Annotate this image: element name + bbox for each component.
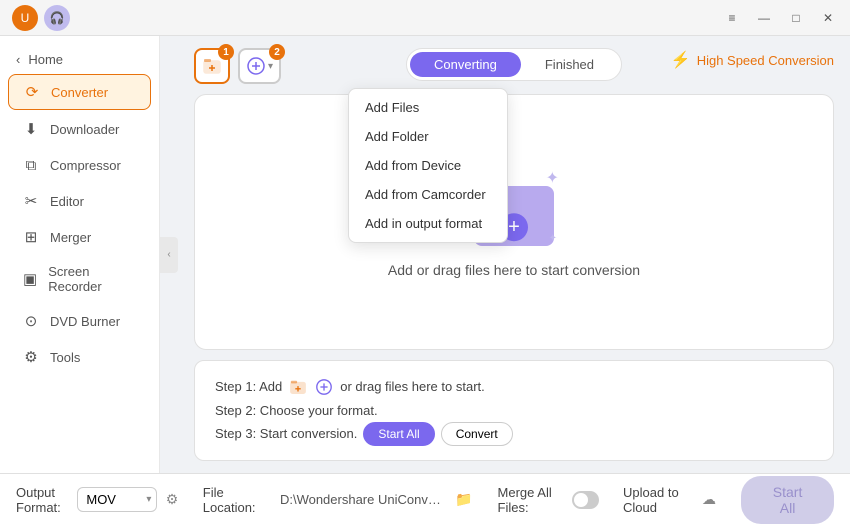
sidebar-item-tools[interactable]: ⚙ Tools [8,340,151,374]
bolt-icon: ⚡ [671,50,691,70]
sidebar-item-merger[interactable]: ⊞ Merger [8,220,151,254]
step2-text: Step 2: Choose your format. [215,399,378,422]
output-format-select[interactable]: MOV MP4 AVI [77,487,157,512]
sidebar-label-compressor: Compressor [50,158,121,173]
merge-all-toggle[interactable] [572,491,599,509]
file-location-value: D:\Wondershare UniConverter 1 [280,492,446,507]
dropdown-add-camcorder[interactable]: Add from Camcorder [349,180,507,209]
add-files-badge: 1 [218,44,234,60]
sidebar-item-downloader[interactable]: ⬇ Downloader [8,112,151,146]
step-3-row: Step 3: Start conversion. Start All Conv… [215,422,813,446]
dropdown-chevron-icon: ▾ [268,61,273,72]
output-format-settings-icon[interactable]: ⚙ [165,489,178,511]
main-content: 1 ▾ 2 Converting Finished ⚡ High Speed C… [178,36,850,473]
dvd-burner-icon: ⊙ [22,312,40,330]
home-label: Home [28,52,63,67]
step-1-row: Step 1: Add or drag f [215,375,813,398]
maximize-button[interactable]: □ [782,4,810,32]
start-all-button[interactable]: Start All [741,476,834,524]
editor-icon: ✂ [22,192,40,210]
drop-zone-text: Add or drag files here to start conversi… [388,262,640,278]
app-body: ‹ Home ⟳ Converter ⬇ Downloader ⧉ Compre… [0,36,850,473]
sidebar-label-dvd-burner: DVD Burner [50,314,120,329]
add-files-button[interactable]: 1 [194,48,230,84]
file-location-folder-icon[interactable]: 📁 [454,489,474,511]
menu-button[interactable]: ≡ [718,4,746,32]
close-button[interactable]: ✕ [814,4,842,32]
sidebar-item-compressor[interactable]: ⧉ Compressor [8,148,151,182]
sidebar-item-converter[interactable]: ⟳ Converter [8,74,151,110]
step3-convert-button[interactable]: Convert [441,422,513,446]
step-2-row: Step 2: Choose your format. [215,399,813,422]
upload-cloud-icon[interactable]: ☁ [701,489,717,511]
step3-start-all-button[interactable]: Start All [363,422,434,446]
sidebar-item-editor[interactable]: ✂ Editor [8,184,151,218]
title-bar-icons: U 🎧 [8,5,70,31]
output-format-field: Output Format: MOV MP4 AVI ▾ ⚙ [16,485,179,515]
sidebar-item-dvd-burner[interactable]: ⊙ DVD Burner [8,304,151,338]
file-location-label: File Location: [203,485,272,515]
sidebar-label-tools: Tools [50,350,80,365]
tab-bar: Converting Finished [406,48,622,81]
sidebar-label-converter: Converter [51,85,108,100]
output-format-label: Output Format: [16,485,69,515]
sidebar: ‹ Home ⟳ Converter ⬇ Downloader ⧉ Compre… [0,36,160,473]
upload-cloud-field: Upload to Cloud ☁ [623,485,717,515]
merge-all-field: Merge All Files: [498,485,599,515]
step1-add-files-icon [288,377,308,397]
tab-finished[interactable]: Finished [521,52,618,77]
add-dropdown-button[interactable]: ▾ 2 [238,48,281,84]
dropdown-add-output-format[interactable]: Add in output format [349,209,507,238]
sparkle-top-icon: ✦ [546,168,559,188]
dropdown-add-files[interactable]: Add Files [349,93,507,122]
headphone-icon: 🎧 [44,5,70,31]
tools-icon: ⚙ [22,348,40,366]
sidebar-label-downloader: Downloader [50,122,119,137]
screen-recorder-icon: ▣ [22,270,38,288]
compressor-icon: ⧉ [22,156,40,174]
output-format-select-wrap: MOV MP4 AVI ▾ [77,487,157,512]
home-nav[interactable]: ‹ Home [0,46,159,73]
bottom-bar: Output Format: MOV MP4 AVI ▾ ⚙ File Loca… [0,473,850,525]
file-location-field: File Location: D:\Wondershare UniConvert… [203,485,474,515]
step1-prefix: Step 1: Add [215,375,282,398]
sidebar-item-screen-recorder[interactable]: ▣ Screen Recorder [8,256,151,302]
high-speed-label: High Speed Conversion [697,53,834,68]
sidebar-label-screen-recorder: Screen Recorder [48,264,137,294]
dropdown-add-device[interactable]: Add from Device [349,151,507,180]
sparkle-bottom-icon: ✦ [549,233,557,244]
sidebar-label-merger: Merger [50,230,91,245]
step1-add-more-icon [314,377,334,397]
merger-icon: ⊞ [22,228,40,246]
add-dropdown-badge: 2 [269,44,285,60]
tab-converting[interactable]: Converting [410,52,521,77]
add-dropdown-menu: Add Files Add Folder Add from Device Add… [348,88,508,243]
back-icon: ‹ [16,52,20,67]
drop-zone[interactable]: + ✦ ✦ ✦ Add or drag files here to start … [194,94,834,350]
upload-cloud-label: Upload to Cloud [623,485,693,515]
minimize-button[interactable]: — [750,4,778,32]
sidebar-collapse-button[interactable]: ‹ [160,237,178,273]
merge-all-label: Merge All Files: [498,485,565,515]
step3-prefix: Step 3: Start conversion. [215,422,357,445]
high-speed-conversion[interactable]: ⚡ High Speed Conversion [671,50,834,70]
downloader-icon: ⬇ [22,120,40,138]
user-avatar: U [12,5,38,31]
toggle-knob [574,493,588,507]
converter-icon: ⟳ [23,83,41,101]
dropdown-add-folder[interactable]: Add Folder [349,122,507,151]
steps-panel: Step 1: Add or drag f [194,360,834,461]
sidebar-label-editor: Editor [50,194,84,209]
title-bar: U 🎧 ≡ — □ ✕ [0,0,850,36]
step1-suffix: or drag files here to start. [340,375,485,398]
